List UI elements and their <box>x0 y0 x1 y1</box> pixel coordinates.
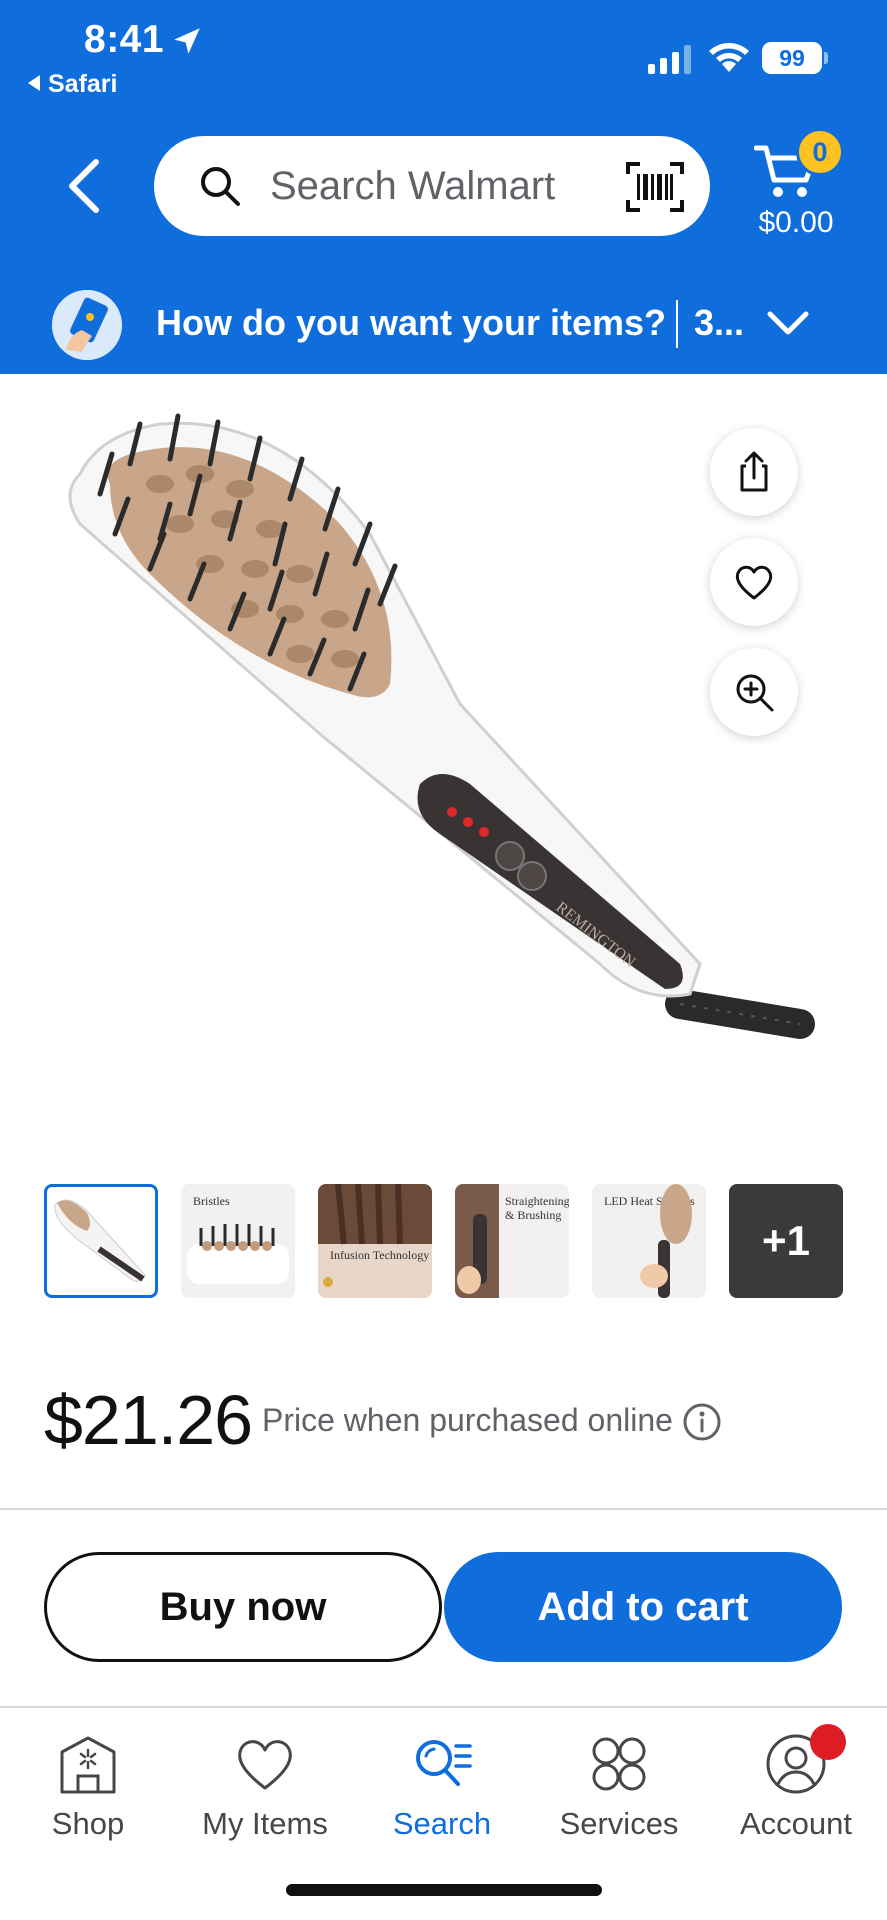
thumbnail-image <box>318 1184 432 1287</box>
thumbnail-image <box>187 1224 289 1284</box>
delivery-extra: 3... <box>694 302 745 343</box>
shop-icon <box>60 1736 116 1794</box>
favorite-button[interactable] <box>710 538 798 626</box>
home-indicator[interactable] <box>286 1884 602 1896</box>
cart-count-badge: 0 <box>796 128 844 176</box>
product-price: $21.26 <box>44 1381 253 1459</box>
tab-account[interactable]: Account <box>716 1732 876 1852</box>
thumbnail-image <box>640 1184 692 1298</box>
thumbnail-3[interactable]: Infusion Technology <box>318 1184 432 1298</box>
info-icon[interactable] <box>682 1402 722 1442</box>
add-to-cart-button[interactable]: Add to cart <box>444 1552 842 1662</box>
share-icon <box>740 451 768 492</box>
wifi-icon <box>709 43 749 72</box>
cart-total: $0.00 <box>758 206 834 239</box>
chevron-down-icon <box>767 311 809 335</box>
location-arrow-icon <box>174 28 200 54</box>
services-grid-icon <box>592 1737 646 1791</box>
back-to-safari[interactable]: Safari <box>28 70 117 99</box>
search-icon <box>201 167 240 206</box>
more-images-count: +1 <box>762 1217 810 1264</box>
thumbnail-5[interactable]: LED Heat Settings <box>592 1184 706 1298</box>
delivery-selector[interactable]: How do you want your items? 3... <box>0 282 887 374</box>
buy-now-button[interactable]: Buy now <box>44 1552 442 1662</box>
status-time: 8:41 <box>84 18 165 61</box>
tab-label: Shop <box>51 1806 125 1841</box>
heart-icon <box>735 565 773 600</box>
product-image-area[interactable]: REMINGTON <box>0 374 887 1134</box>
barcode-scanner-icon[interactable] <box>624 160 686 214</box>
tab-label: Search <box>392 1806 492 1841</box>
tab-shop[interactable]: Shop <box>8 1732 168 1852</box>
battery-tip <box>824 52 828 64</box>
back-triangle-icon <box>28 75 40 91</box>
battery-level: 99 <box>779 45 805 71</box>
tab-label: My Items <box>202 1806 328 1841</box>
delivery-phone-icon <box>52 290 122 360</box>
tab-label: Account <box>739 1806 852 1841</box>
back-chevron-icon[interactable] <box>60 156 110 216</box>
delivery-divider <box>676 300 678 348</box>
thumbnail-caption: Infusion Technology <box>330 1248 430 1262</box>
share-button[interactable] <box>710 428 798 516</box>
cellular-signal-icon <box>648 45 691 74</box>
zoom-button[interactable] <box>710 648 798 736</box>
battery-indicator: 99 <box>762 42 828 76</box>
search-list-icon <box>416 1740 472 1786</box>
back-app-label: Safari <box>48 70 118 98</box>
divider <box>0 1706 887 1708</box>
divider <box>0 1508 887 1510</box>
thumbnail-4[interactable]: Straightening & Brushing <box>455 1184 569 1298</box>
tab-label: Services <box>559 1806 679 1841</box>
search-bar[interactable] <box>154 136 710 236</box>
tab-search[interactable]: Search <box>362 1732 522 1852</box>
thumbnail-more[interactable]: +1 <box>729 1184 843 1298</box>
account-notification-badge <box>810 1724 846 1760</box>
search-input[interactable] <box>270 158 590 214</box>
thumbnail-2[interactable]: Bristles <box>181 1184 295 1298</box>
heart-icon <box>238 1740 292 1790</box>
tab-services[interactable]: Services <box>539 1732 699 1852</box>
thumbnail-1[interactable] <box>44 1184 158 1298</box>
thumbnail-image <box>54 1199 146 1282</box>
delivery-question: How do you want your items? <box>156 302 667 343</box>
thumbnail-strip: Bristles Infusion Technology Straighteni… <box>44 1184 844 1298</box>
cart-button[interactable]: 0 $0.00 <box>752 128 844 246</box>
header: 8:41 Safari 99 Search Walmart 0 $0.00 Ho… <box>0 0 887 374</box>
tab-my-items[interactable]: My Items <box>185 1732 345 1852</box>
zoom-in-icon <box>736 674 774 712</box>
price-note: Price when purchased online <box>262 1402 673 1438</box>
thumbnail-caption: Straightening & Brushing <box>505 1194 569 1222</box>
